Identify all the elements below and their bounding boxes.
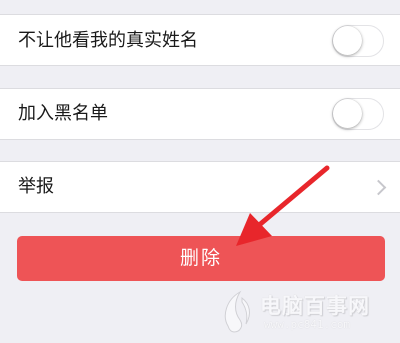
hide-real-name-toggle[interactable] <box>332 25 384 57</box>
toggle-knob <box>333 99 362 128</box>
chevron-right-icon <box>370 179 387 196</box>
watermark-logo-icon <box>224 290 250 333</box>
divider <box>0 161 400 162</box>
watermark: 电脑百事网 www.pc841.com <box>220 286 396 338</box>
watermark-url: www.pc841.com <box>264 318 351 331</box>
divider <box>0 14 400 15</box>
hide-real-name-label: 不让他看我的真实姓名 <box>18 30 198 51</box>
blacklist-toggle[interactable] <box>332 98 384 130</box>
toggle-knob <box>333 26 362 55</box>
hide-real-name-row: 不让他看我的真实姓名 <box>0 14 400 66</box>
divider <box>0 88 400 89</box>
blacklist-row: 加入黑名单 <box>0 88 400 140</box>
blacklist-label: 加入黑名单 <box>18 103 108 124</box>
divider <box>0 65 400 66</box>
report-row[interactable]: 举报 <box>0 161 400 213</box>
watermark-name: 电脑百事网 <box>260 294 370 318</box>
report-label: 举报 <box>18 176 54 197</box>
divider <box>0 139 400 140</box>
delete-button[interactable]: 删除 <box>17 236 385 281</box>
divider <box>0 212 400 213</box>
